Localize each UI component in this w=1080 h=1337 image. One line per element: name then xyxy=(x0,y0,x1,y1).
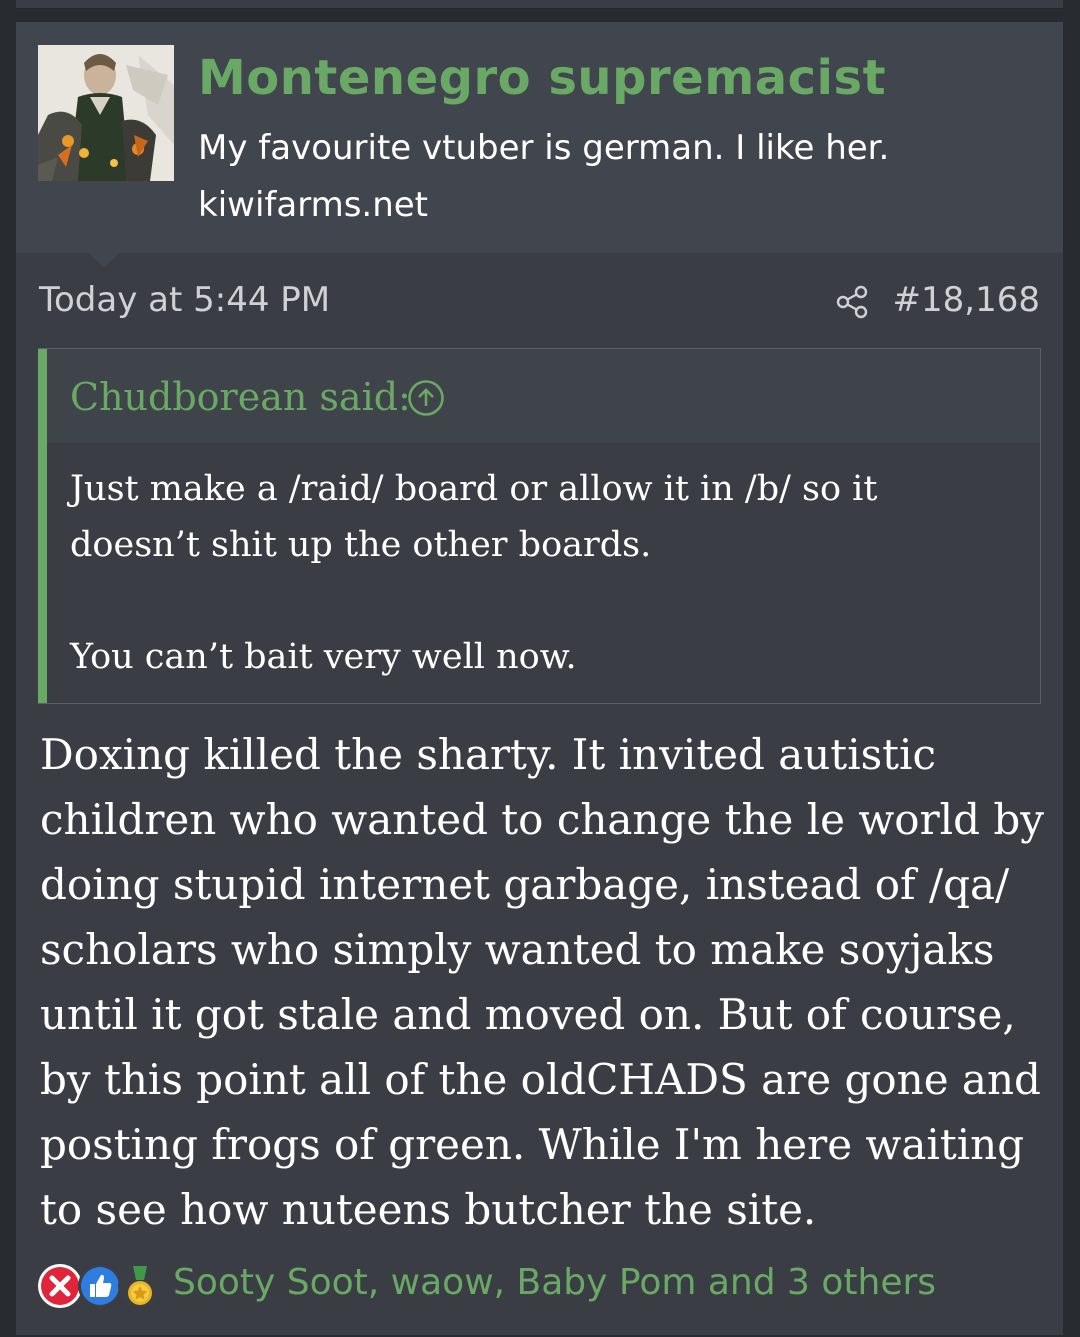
quote-author-link[interactable]: Chudborean said: xyxy=(70,375,411,419)
avatar[interactable] xyxy=(38,45,174,181)
username-link[interactable]: Montenegro supremacist xyxy=(198,50,886,106)
forum-post: Montenegro supremacist My favourite vtub… xyxy=(16,22,1063,1335)
post-number-link[interactable]: #18,168 xyxy=(893,280,1040,320)
previous-post-edge xyxy=(16,0,1063,9)
reaction-users-link[interactable]: Sooty Soot, waow, Baby Pom and 3 others xyxy=(173,1262,936,1303)
quote-block: Chudborean said: Just make a /raid/ boar… xyxy=(38,348,1041,704)
reaction-icons[interactable] xyxy=(36,1258,176,1314)
quote-header: Chudborean said: xyxy=(47,349,1040,443)
user-site: kiwifarms.net xyxy=(198,185,429,225)
quote-paragraph: You can’t bait very well now. xyxy=(70,637,577,677)
quote-accent-bar xyxy=(38,349,47,703)
quote-paragraph: Just make a /raid/ board or allow it in … xyxy=(70,469,878,565)
arrow-up-circle-icon[interactable] xyxy=(407,379,445,417)
reactions-bar: Sooty Soot, waow, Baby Pom and 3 others xyxy=(36,1254,1046,1318)
header-pointer xyxy=(88,253,120,267)
share-icon[interactable] xyxy=(834,284,870,320)
avatar-image xyxy=(38,45,174,181)
post-user-header: Montenegro supremacist My favourite vtub… xyxy=(16,22,1063,267)
post-date-link[interactable]: Today at 5:44 PM xyxy=(39,280,330,320)
medal-reaction-icon xyxy=(118,1264,162,1308)
quote-text: Just make a /raid/ board or allow it in … xyxy=(70,461,970,685)
user-title: My favourite vtuber is german. I like he… xyxy=(198,128,890,168)
post-body-text: Doxing killed the sharty. It invited aut… xyxy=(40,730,1044,1234)
